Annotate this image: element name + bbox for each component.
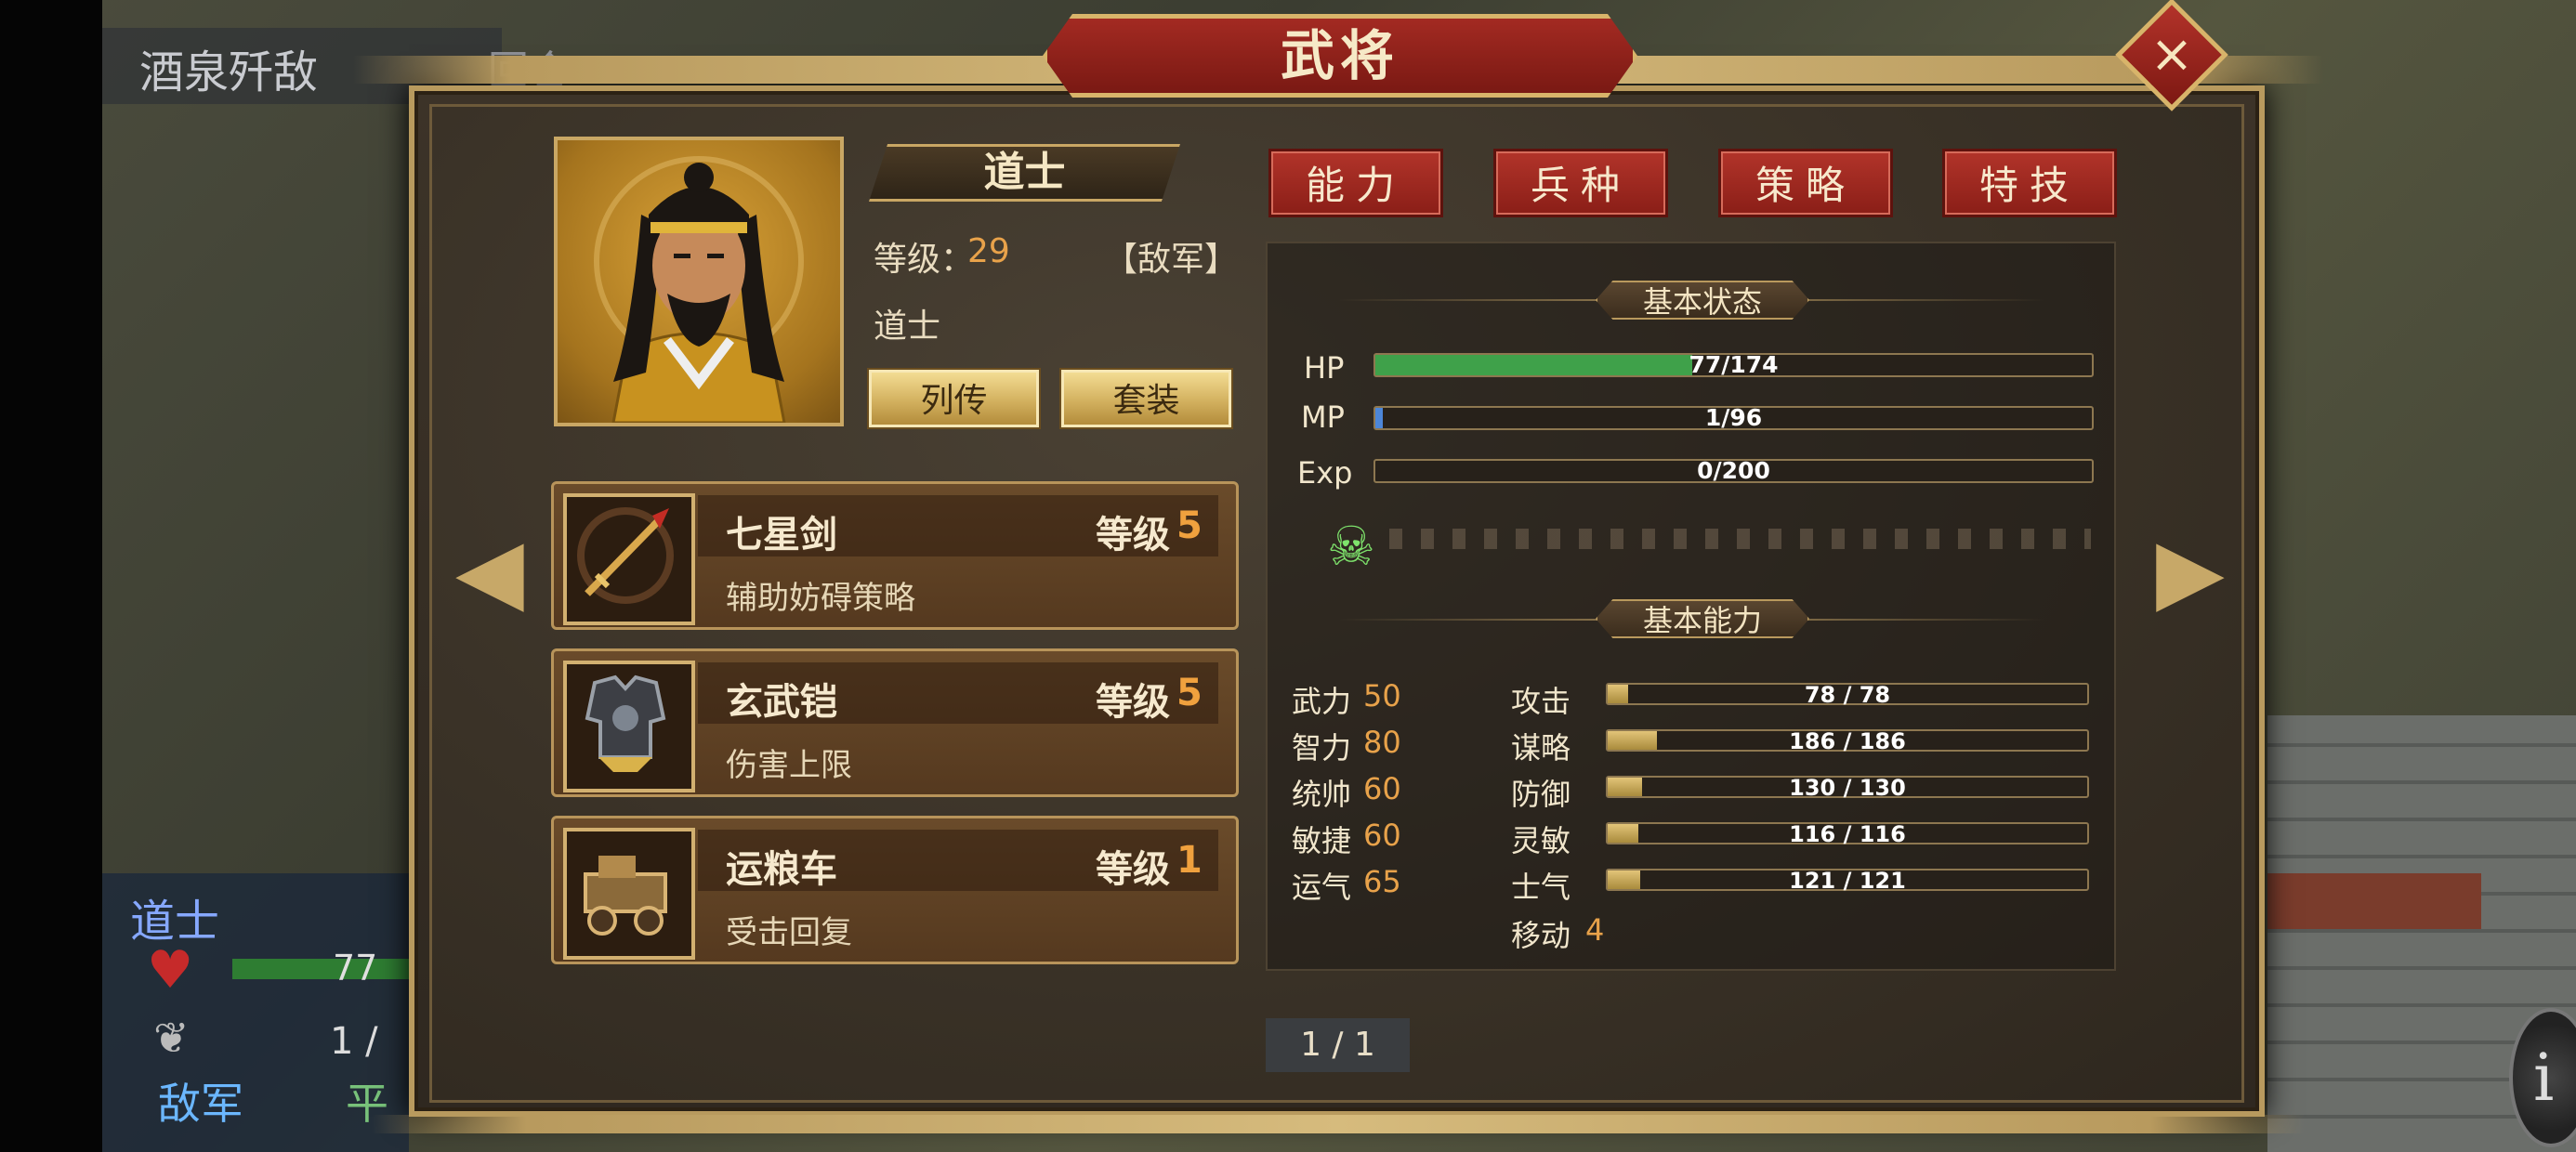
next-general-arrow-icon[interactable]: ▶ bbox=[2156, 518, 2225, 622]
mp-value: 1/96 bbox=[1704, 404, 1763, 431]
level-value: 29 bbox=[967, 232, 1010, 270]
feather-icon: ❦ bbox=[153, 1013, 190, 1063]
equipment-description: 伤害上限 bbox=[726, 747, 852, 784]
exp-value: 0/200 bbox=[1697, 457, 1770, 484]
combat-value-morale: 121 / 121 bbox=[1789, 868, 1906, 894]
hp-value: 77/174 bbox=[1689, 351, 1779, 378]
unit-hp-bar bbox=[232, 959, 409, 979]
equipment-slot-weapon[interactable]: 七星剑 等级 5 辅助妨碍策略 bbox=[551, 481, 1239, 630]
equipment-level-label: 等级 bbox=[1096, 681, 1170, 724]
armor-icon bbox=[563, 661, 695, 792]
equipment-description: 受击回复 bbox=[726, 914, 852, 951]
equipment-level-value: 1 bbox=[1176, 839, 1203, 882]
attr-value-luck: 65 bbox=[1363, 864, 1401, 899]
attr-value-intelligence: 80 bbox=[1363, 725, 1401, 760]
previous-general-arrow-icon[interactable]: ◀ bbox=[455, 518, 524, 622]
attr-name-intelligence: 智力 bbox=[1292, 730, 1352, 766]
battle-title: 酒泉歼敌 bbox=[139, 46, 319, 98]
attr-value-agility: 60 bbox=[1363, 818, 1401, 853]
exp-bar: 0/200 bbox=[1373, 457, 2094, 484]
combat-bar-attack: 78 / 78 bbox=[1606, 682, 2089, 708]
move-value: 4 bbox=[1585, 912, 1605, 948]
equipment-level-value: 5 bbox=[1176, 504, 1203, 547]
cart-icon bbox=[563, 828, 695, 960]
equipment-slot-armor[interactable]: 玄武铠 等级 5 伤害上限 bbox=[551, 648, 1239, 797]
general-name: 道士 bbox=[983, 149, 1066, 196]
mp-label: MP bbox=[1301, 399, 1345, 435]
tab-strategy[interactable]: 策略 bbox=[1718, 149, 1893, 217]
combat-value-agility: 116 / 116 bbox=[1789, 821, 1906, 847]
building-roof bbox=[2267, 873, 2481, 929]
tab-ability[interactable]: 能力 bbox=[1268, 149, 1443, 217]
combat-name-strategy: 谋略 bbox=[1511, 730, 1571, 766]
combat-bar-defense: 130 / 130 bbox=[1606, 775, 2089, 801]
mp-bar: 1/96 bbox=[1373, 404, 2094, 431]
exp-label: Exp bbox=[1297, 455, 1353, 491]
tab-troop-type[interactable]: 兵种 bbox=[1493, 149, 1668, 217]
attr-value-strength: 50 bbox=[1363, 678, 1401, 713]
attr-name-luck: 运气 bbox=[1292, 870, 1352, 905]
combat-name-agility: 灵敏 bbox=[1511, 823, 1571, 858]
section-title-basic-ability: 基本能力 bbox=[1596, 599, 1809, 638]
unit-hp-value: 77 bbox=[333, 948, 378, 988]
page-indicator: 1 / 1 bbox=[1266, 1018, 1410, 1072]
equipment-level-label: 等级 bbox=[1096, 514, 1170, 556]
combat-name-defense: 防御 bbox=[1511, 777, 1571, 812]
equipment-description: 辅助妨碍策略 bbox=[726, 580, 915, 617]
equipment-level-label: 等级 bbox=[1096, 848, 1170, 891]
combat-name-morale: 士气 bbox=[1511, 870, 1571, 905]
combat-value-defense: 130 / 130 bbox=[1789, 775, 1906, 801]
equipment-level-value: 5 bbox=[1176, 672, 1203, 714]
unit-mp-value: 1 / bbox=[330, 1020, 378, 1063]
dialog-bottom-ornament bbox=[372, 1115, 2305, 1133]
portrait-illustration bbox=[594, 156, 804, 423]
equipment-name: 玄武铠 bbox=[726, 681, 837, 724]
attr-name-strength: 武力 bbox=[1292, 684, 1352, 719]
equipment-slot-accessory[interactable]: 运粮车 等级 1 受击回复 bbox=[551, 816, 1239, 964]
general-class: 道士 bbox=[874, 308, 941, 346]
level-label: 等级： bbox=[874, 241, 975, 279]
status-effect-track bbox=[1389, 529, 2091, 549]
dialog-title: 武将 bbox=[1280, 24, 1400, 87]
combat-value-strategy: 186 / 186 bbox=[1789, 728, 1906, 754]
close-icon: × bbox=[2149, 24, 2194, 85]
section-title-basic-status: 基本状态 bbox=[1596, 281, 1809, 320]
attr-value-leadership: 60 bbox=[1363, 771, 1401, 806]
info-icon: i bbox=[2533, 1040, 2555, 1116]
combat-bar-strategy: 186 / 186 bbox=[1606, 728, 2089, 754]
combat-name-attack: 攻击 bbox=[1511, 684, 1571, 719]
hp-label: HP bbox=[1304, 350, 1345, 386]
sword-icon bbox=[563, 493, 695, 625]
biography-button[interactable]: 列传 bbox=[869, 370, 1039, 427]
skull-icon[interactable]: ☠ bbox=[1327, 515, 1375, 578]
combat-value-attack: 78 / 78 bbox=[1804, 682, 1891, 708]
combat-bar-agility: 116 / 116 bbox=[1606, 821, 2089, 847]
tab-special-skill[interactable]: 特技 bbox=[1942, 149, 2117, 217]
faction-label: 【敌军】 bbox=[1104, 241, 1239, 279]
attr-name-agility: 敏捷 bbox=[1292, 823, 1352, 858]
heart-icon: ♥ bbox=[147, 940, 194, 1001]
move-label: 移动 bbox=[1511, 918, 1571, 953]
equipment-name: 七星剑 bbox=[726, 514, 837, 556]
general-portrait bbox=[554, 137, 844, 426]
attr-name-leadership: 统帅 bbox=[1292, 777, 1352, 812]
outfit-button[interactable]: 套装 bbox=[1061, 370, 1231, 427]
combat-bar-morale: 121 / 121 bbox=[1606, 868, 2089, 894]
screen-edge bbox=[0, 0, 102, 1152]
equipment-name: 运粮车 bbox=[726, 848, 837, 891]
hp-bar: 77/174 bbox=[1373, 351, 2094, 378]
unit-side: 敌军 bbox=[158, 1079, 243, 1129]
